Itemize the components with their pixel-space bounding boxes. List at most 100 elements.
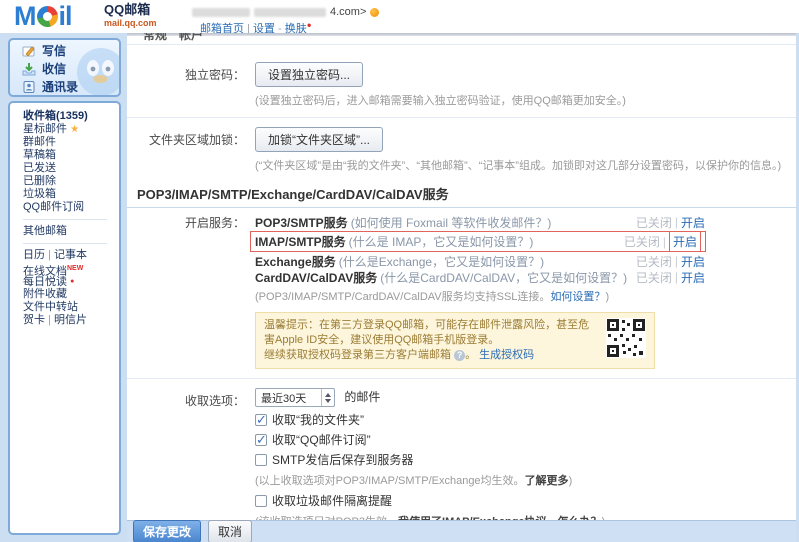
separator: |	[675, 270, 678, 284]
sidebar-item-daily-read[interactable]: 每日悦读 ●	[23, 275, 119, 288]
learn-more-link[interactable]: 了解更多	[525, 475, 569, 487]
folder-label: 文件中转站	[23, 301, 78, 313]
service-row-imap-smtp-highlighted: IMAP/SMTP服务 (什么是 IMAP，它又是如何设置？) 已关闭 | 开启	[250, 231, 706, 252]
service-name: IMAP/SMTP服务	[255, 233, 346, 250]
sidebar-item-file-transfer[interactable]: 文件中转站	[23, 301, 119, 314]
sidebar-item-calendar-notes[interactable]: 日历 | 记事本	[23, 249, 119, 262]
brand-domain: mail.qq.com	[104, 18, 157, 28]
sidebar-item-group-mail[interactable]: 群邮件	[23, 136, 119, 149]
save-changes-button[interactable]: 保存更改	[133, 520, 201, 542]
warm-tip-line1: 温馨提示：在第三方登录QQ邮箱，可能存在邮件泄露风险，甚至危害Apple ID安…	[264, 319, 589, 346]
lock-folder-area-button[interactable]: 加锁“文件夹区域”...	[255, 127, 383, 152]
compose-button[interactable]: 写信	[10, 40, 119, 58]
logo-text: il	[59, 1, 72, 32]
sidebar-folders-panel: 收件箱(1359) 星标邮件 ★ 群邮件 草稿箱 已发送 已删除 垃圾箱 QQ邮…	[8, 101, 121, 535]
sidebar-item-qq-subscriptions[interactable]: QQ邮件订阅	[23, 201, 119, 214]
folder-label: 每日悦读	[23, 276, 67, 288]
generate-auth-code-link[interactable]: 生成授权码	[479, 349, 534, 361]
qr-code	[606, 318, 646, 358]
collect-range-select[interactable]: 最近30天	[255, 388, 335, 407]
folder-label: 草稿箱	[23, 149, 56, 161]
service-name: POP3/SMTP服务	[255, 214, 348, 231]
sidebar-item-spam[interactable]: 垃圾箱	[23, 188, 119, 201]
folder-lock-note: (“文件夹区域”是由“我的文件夹”、“其他邮箱”、“记事本”组成。加锁即对这几部…	[255, 157, 781, 173]
sidebar-item-greeting-cards[interactable]: 贺卡 | 明信片	[23, 314, 119, 327]
contacts-button[interactable]: 通讯录	[10, 76, 119, 94]
folder-label: 垃圾箱	[23, 188, 56, 200]
checkbox-label: 收取垃圾邮件隔离提醒	[272, 492, 392, 509]
receive-label: 收信	[42, 60, 66, 77]
tab-edge-line	[127, 33, 796, 36]
separator: |	[48, 314, 51, 326]
spam-reminder-checkbox[interactable]	[255, 495, 267, 507]
enable-exchange-link[interactable]: 开启	[681, 253, 705, 270]
enable-pop3-smtp-link[interactable]: 开启	[681, 214, 705, 231]
folder-label: 收件箱(1359)	[23, 110, 88, 122]
service-help-link[interactable]: (如何使用 Foxmail 等软件收发邮件？)	[351, 214, 552, 231]
sidebar-item-drafts[interactable]: 草稿箱	[23, 149, 119, 162]
qqmail-logo[interactable]: M il	[14, 1, 72, 32]
sidebar-item-online-docs[interactable]: 在线文档NEW	[23, 262, 119, 275]
warm-tip-text: 温馨提示：在第三方登录QQ邮箱，可能存在邮件泄露风险，甚至危害Apple ID安…	[264, 318, 598, 363]
smtp-save-checkbox[interactable]	[255, 454, 267, 466]
compose-label: 写信	[42, 42, 66, 59]
sidebar-item-attachment-favorites[interactable]: 附件收藏	[23, 288, 119, 301]
ssl-note-close: )	[605, 291, 609, 303]
collect-note1: (以上收取选项对POP3/IMAP/SMTP/Exchange均生效。了解更多)	[255, 472, 605, 488]
settings-content: 常规 帐户 独立密码： 设置独立密码... (设置独立密码后，进入邮箱需要输入独…	[127, 33, 796, 542]
enable-imap-smtp-link[interactable]: 开启	[669, 231, 701, 252]
set-independent-password-button[interactable]: 设置独立密码...	[255, 62, 363, 87]
checkbox-label: 收取“QQ邮件订阅”	[272, 431, 371, 448]
clipped-tab-text[interactable]: 常规 帐户	[143, 33, 203, 43]
sidebar-item-other-mail[interactable]: 其他邮箱	[23, 225, 119, 238]
ssl-how-to-link[interactable]: 如何设置？	[550, 291, 605, 303]
note-text: (以上收取选项对POP3/IMAP/SMTP/Exchange均生效。	[255, 475, 525, 487]
account-line: 4.com>	[192, 6, 379, 18]
service-name: CardDAV/CalDAV服务	[255, 269, 377, 286]
separator: |	[675, 215, 678, 229]
collect-my-folder-checkbox[interactable]	[255, 414, 267, 426]
service-status: 已关闭	[624, 233, 660, 250]
folder-label: 记事本	[54, 249, 87, 261]
sidebar-item-inbox[interactable]: 收件箱(1359)	[23, 110, 119, 123]
settings-tabs-clipped: 常规 帐户	[127, 33, 796, 45]
service-help-link[interactable]: (什么是CardDAV/CalDAV，它又是如何设置？)	[380, 269, 627, 286]
folder-label: 贺卡	[23, 314, 45, 326]
help-icon[interactable]: ?	[454, 350, 465, 361]
folder-label: 附件收藏	[23, 288, 67, 300]
account-email-suffix: 4.com>	[330, 6, 366, 18]
ssl-note-text: (POP3/IMAP/SMTP/CardDAV/CalDAV服务均支持SSL连接…	[255, 291, 550, 303]
inbox-arrow-icon	[22, 62, 36, 76]
collect-my-folder-row: 收取“我的文件夹”	[255, 412, 605, 427]
independent-password-label: 独立密码：	[127, 62, 245, 83]
service-status: 已关闭	[636, 214, 672, 231]
cancel-button[interactable]: 取消	[208, 520, 252, 542]
sidebar-item-starred[interactable]: 星标邮件 ★	[23, 123, 119, 136]
dropdown-suffix-text: 的邮件	[344, 390, 380, 404]
folder-lock-label: 文件夹区域加锁：	[127, 127, 245, 148]
dropdown-spinner-icon[interactable]	[321, 389, 334, 406]
collect-qq-subscription-row: 收取“QQ邮件订阅”	[255, 432, 605, 447]
red-dot-icon: ●	[307, 20, 312, 29]
checkbox-label: 收取“我的文件夹”	[272, 411, 364, 428]
new-badge: NEW	[67, 265, 83, 272]
sidebar-item-sent[interactable]: 已发送	[23, 162, 119, 175]
smtp-save-row: SMTP发信后保存到服务器	[255, 452, 605, 467]
folder-label: QQ邮件订阅	[23, 201, 84, 213]
receive-button[interactable]: 收信	[10, 58, 119, 76]
sidebar-item-deleted[interactable]: 已删除	[23, 175, 119, 188]
header: M il QQ邮箱 mail.qq.com 4.com> 邮箱首页 | 设置 -…	[0, 0, 799, 33]
enable-carddav-caldav-link[interactable]: 开启	[681, 269, 705, 286]
collect-qq-subscription-checkbox[interactable]	[255, 434, 267, 446]
folder-label: 其他邮箱	[23, 225, 67, 237]
folder-label: 星标邮件	[23, 123, 67, 135]
sidebar-divider	[23, 243, 107, 244]
red-dot-icon: ●	[70, 278, 74, 285]
footer-action-bar: 保存更改 取消	[127, 520, 796, 542]
service-help-link[interactable]: (什么是 IMAP，它又是如何设置？)	[349, 233, 534, 250]
star-icon: ★	[70, 124, 79, 135]
service-help-link[interactable]: (什么是Exchange，它又是如何设置？)	[339, 253, 544, 270]
enable-services-label: 开启服务：	[127, 214, 245, 231]
account-redacted	[192, 8, 250, 17]
account-level-icon[interactable]	[370, 8, 379, 17]
